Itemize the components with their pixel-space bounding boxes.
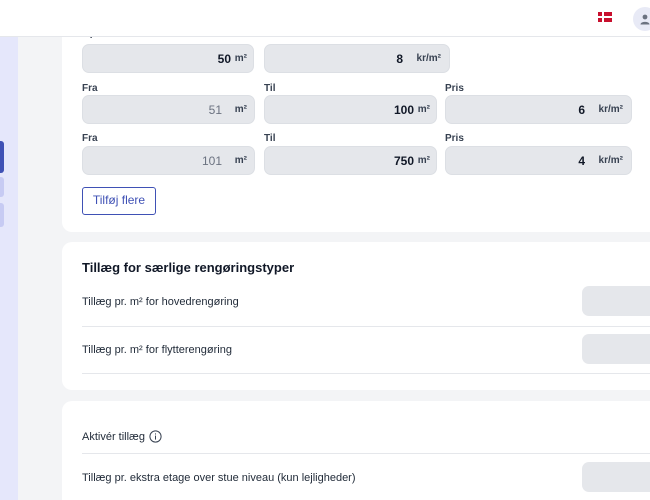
user-icon xyxy=(640,14,650,25)
up-to-area-input[interactable]: 50 m² xyxy=(82,44,254,73)
user-avatar-button[interactable] xyxy=(633,7,650,31)
divider xyxy=(82,453,650,454)
top-bar xyxy=(0,0,650,37)
sidebar-item-active[interactable] xyxy=(0,141,4,173)
moving-cleaning-surcharge-label: Tillæg pr. m² for flytterengøring xyxy=(82,344,232,356)
price-label: Pris xyxy=(445,133,464,144)
main-cleaning-surcharge-input[interactable] xyxy=(582,286,650,316)
from-area-input[interactable]: 51 m² xyxy=(82,95,255,124)
price-unit: kr/m² xyxy=(598,104,623,115)
to-area-input[interactable]: 100 m² xyxy=(264,95,437,124)
to-area-input[interactable]: 750 m² xyxy=(264,146,437,175)
from-area-input[interactable]: 101 m² xyxy=(82,146,255,175)
denmark-flag-icon[interactable] xyxy=(598,12,612,22)
to-area-value: 750 xyxy=(393,154,414,168)
sidebar xyxy=(0,37,18,500)
price-value: 4 xyxy=(578,154,585,168)
area-unit: m² xyxy=(234,104,247,115)
from-area-value: 101 xyxy=(201,154,222,168)
info-icon[interactable] xyxy=(149,430,162,443)
area-unit: m² xyxy=(234,53,247,64)
extra-floor-surcharge-input[interactable] xyxy=(582,462,650,492)
to-area-value: 100 xyxy=(393,103,414,117)
main-cleaning-surcharge-label: Tillæg pr. m² for hovedrengøring xyxy=(82,296,239,308)
section-title: Tillæg for særlige rengøringstyper xyxy=(82,260,295,275)
extra-floor-surcharge-label: Tillæg pr. ekstra etage over stue niveau… xyxy=(82,472,356,484)
from-label: Fra xyxy=(82,133,98,144)
from-label: Fra xyxy=(82,83,98,94)
area-unit: m² xyxy=(417,155,430,166)
to-label: Til xyxy=(264,83,276,94)
surcharge-card: Aktivér tillæg Tillæg pr. ekstra etage o… xyxy=(62,401,650,500)
moving-cleaning-surcharge-input[interactable] xyxy=(582,334,650,364)
sidebar-item[interactable] xyxy=(0,203,4,227)
from-area-value: 51 xyxy=(208,103,222,117)
price-label: Pris xyxy=(445,83,464,94)
price-value: 6 xyxy=(578,103,585,117)
divider xyxy=(82,326,650,327)
to-label: Til xyxy=(264,133,276,144)
price-unit: kr/m² xyxy=(416,53,441,64)
price-value: 8 xyxy=(396,52,403,66)
price-input[interactable]: 6 kr/m² xyxy=(445,95,632,124)
area-unit: m² xyxy=(234,155,247,166)
special-cleaning-card: Tillæg for særlige rengøringstyper Tillæ… xyxy=(62,242,650,390)
add-more-button[interactable]: Tilføj flere xyxy=(82,187,156,215)
price-unit: kr/m² xyxy=(598,155,623,166)
area-unit: m² xyxy=(417,104,430,115)
sidebar-item[interactable] xyxy=(0,177,4,197)
price-input[interactable]: 8 kr/m² xyxy=(264,44,450,73)
up-to-area-value: 50 xyxy=(217,52,231,66)
price-input[interactable]: 4 kr/m² xyxy=(445,146,632,175)
divider xyxy=(82,373,650,374)
activate-surcharge-label: Aktivér tillæg xyxy=(82,431,145,443)
